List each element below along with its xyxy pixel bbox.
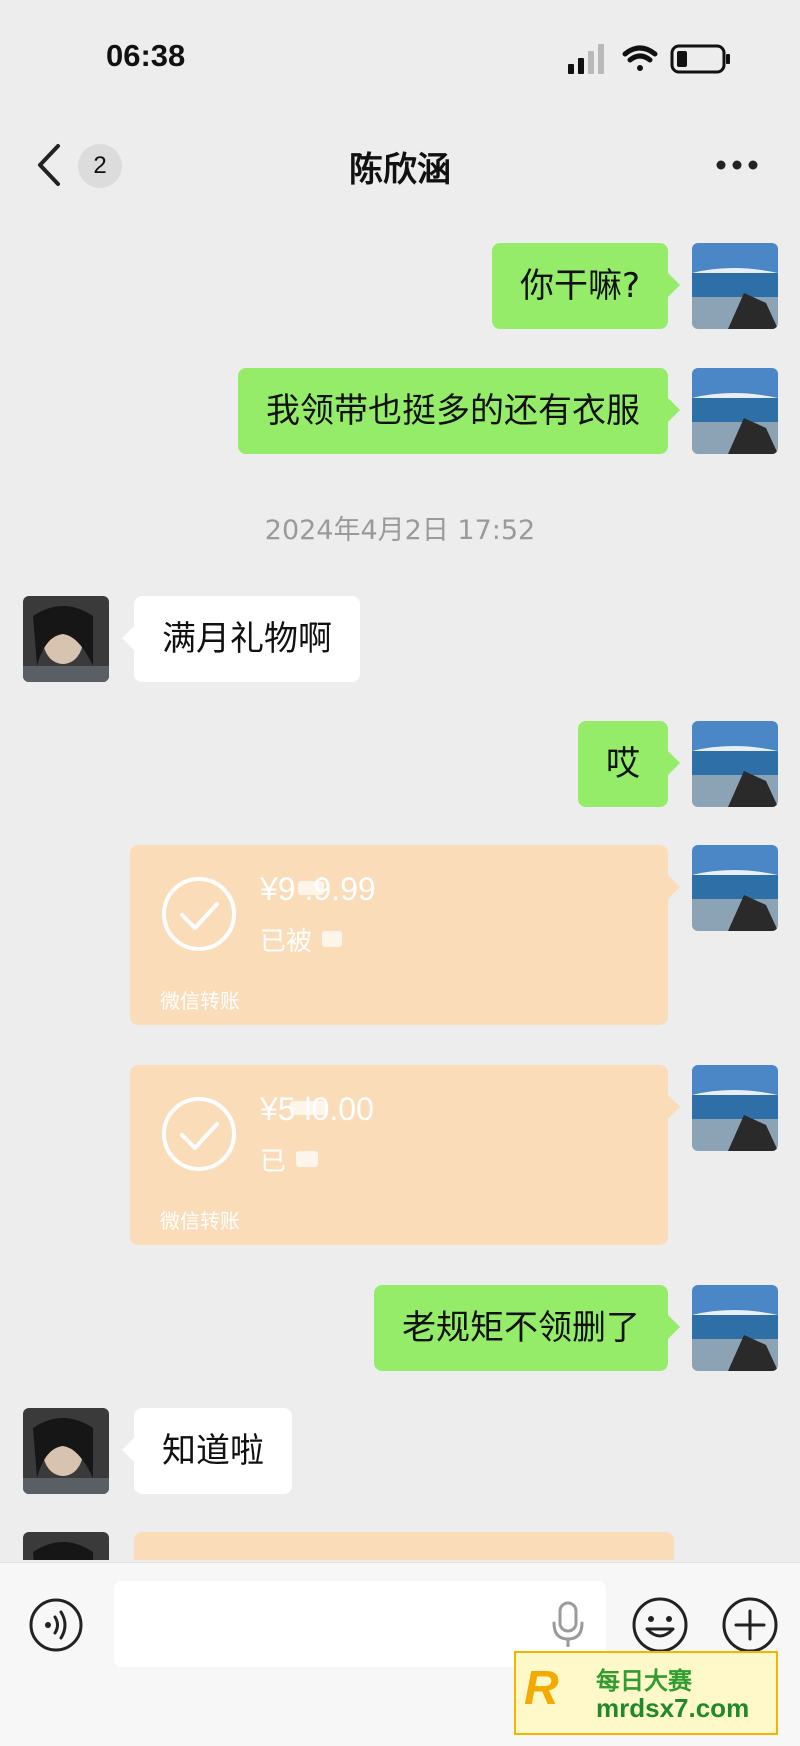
- battery-icon: [670, 44, 730, 74]
- contact-avatar[interactable]: [23, 1532, 109, 1560]
- my-avatar[interactable]: [692, 1285, 778, 1371]
- portrait-avatar-image: [23, 1532, 109, 1560]
- transfer-status: 已: [260, 1147, 287, 1177]
- portrait-avatar-image: [23, 1408, 109, 1494]
- my-avatar[interactable]: [692, 721, 778, 807]
- emoji-icon[interactable]: [630, 1595, 690, 1655]
- message-bubble[interactable]: 哎: [578, 721, 680, 807]
- chat-timestamp: 2024年4月2日 17:52: [264, 515, 536, 546]
- voice-input-icon[interactable]: [28, 1597, 84, 1653]
- my-avatar[interactable]: [692, 368, 778, 454]
- watermark-title: 每日大赛: [596, 1667, 692, 1695]
- sea-avatar-image: [692, 1285, 778, 1371]
- my-avatar[interactable]: [692, 243, 778, 329]
- my-avatar[interactable]: [692, 1065, 778, 1151]
- redaction-mark: [298, 881, 324, 895]
- redaction-mark: [296, 1151, 318, 1167]
- my-avatar[interactable]: [692, 845, 778, 931]
- transfer-footer: 微信转账: [160, 1209, 240, 1233]
- status-time: 06:38: [106, 38, 186, 73]
- chat-header: 2 陈欣涵: [0, 130, 800, 200]
- wifi-icon: [622, 45, 658, 71]
- sea-avatar-image: [692, 845, 778, 931]
- contact-avatar[interactable]: [23, 596, 109, 682]
- transfer-status: 已被: [260, 927, 313, 957]
- sea-avatar-image: [692, 243, 778, 329]
- message-bubble[interactable]: 知道啦: [122, 1408, 292, 1494]
- portrait-avatar-image: [23, 596, 109, 682]
- site-watermark: R 每日大赛 mrdsx7.com: [514, 1651, 778, 1735]
- contact-avatar[interactable]: [23, 1408, 109, 1494]
- transfer-card[interactable]: ¥5 l0.00 已 微信转账: [130, 1065, 680, 1245]
- check-circle-icon: [162, 877, 236, 951]
- page-title: 陈欣涵: [349, 150, 451, 190]
- status-icons: [568, 44, 730, 74]
- message-bubble[interactable]: 满月礼物啊: [122, 596, 360, 682]
- transfer-card[interactable]: ¥9 .9.99 已被 微信转账: [130, 845, 680, 1025]
- message-bubble[interactable]: 老规矩不领删了: [374, 1285, 680, 1371]
- signal-icon: [568, 44, 604, 74]
- sea-avatar-image: [692, 1065, 778, 1151]
- transfer-card[interactable]: [134, 1532, 674, 1560]
- message-bubble[interactable]: 我领带也挺多的还有衣服: [238, 368, 680, 454]
- redaction-mark: [290, 1101, 326, 1115]
- transfer-footer: 微信转账: [160, 989, 240, 1013]
- redaction-mark: [322, 931, 342, 947]
- more-options-icon[interactable]: [712, 150, 762, 180]
- watermark-url: mrdsx7.com: [596, 1693, 750, 1723]
- add-more-icon[interactable]: [720, 1595, 780, 1655]
- sea-avatar-image: [692, 368, 778, 454]
- check-circle-icon: [162, 1097, 236, 1171]
- microphone-icon[interactable]: [546, 1599, 590, 1649]
- sea-avatar-image: [692, 721, 778, 807]
- message-bubble[interactable]: 你干嘛?: [491, 243, 681, 329]
- message-list[interactable]: 你干嘛? 我领带也挺多的还有衣服 2024年4月2日 17:52 满月礼物啊 哎…: [0, 210, 800, 1560]
- status-bar: 06:38: [0, 0, 800, 110]
- watermark-logo: R: [524, 1662, 559, 1715]
